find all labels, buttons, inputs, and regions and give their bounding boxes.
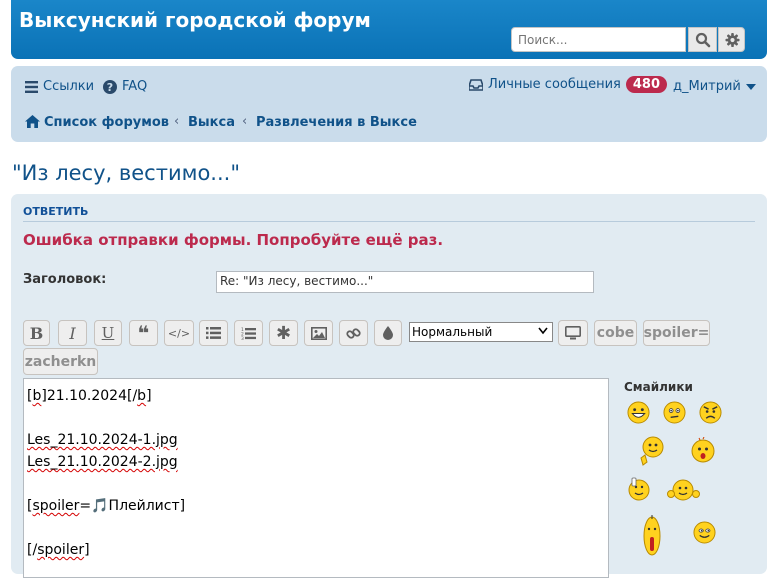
subject-input[interactable]: Re: "Из лесу, вестимо..." [216,271,594,293]
quote-button[interactable]: ❝ [129,320,158,346]
search-box[interactable] [511,27,686,52]
font-size-selected: Нормальный [412,325,493,339]
gear-icon [725,32,740,48]
pm-count-badge: 480 [625,76,668,93]
smiley-angry-icon[interactable] [699,401,722,424]
underline-button[interactable]: U [94,320,122,346]
smiley-pointing-icon[interactable] [639,436,664,467]
smiley-scared-icon[interactable] [691,437,715,463]
pm-label: Личные сообщения [488,77,621,92]
faq-label: FAQ [122,79,148,94]
numbered-list-button[interactable]: 123 [234,320,263,346]
navbar: Ссылки ? FAQ Личные сообщения 480 д_Митр… [11,66,767,142]
links-label: Ссылки [43,79,95,94]
private-messages-link[interactable]: Личные сообщения 480 [469,76,668,93]
link-button[interactable] [339,320,368,346]
cobe-button[interactable]: cobe [594,320,637,346]
zacherkn-button[interactable]: zacherkn [23,348,98,375]
inbox-icon [469,78,483,91]
bold-button[interactable]: B [23,320,50,346]
image-icon [310,326,327,340]
post-form-panel: ОТВЕТИТЬ Ошибка отправки формы. Попробуй… [11,194,767,578]
section-heading: ОТВЕТИТЬ [23,205,89,218]
site-title[interactable]: Выксунский городской форум [19,8,371,32]
smiley-confused-icon[interactable] [663,401,686,424]
editor-line: Les_21.10.2024-2.jpg [27,454,178,470]
error-message: Ошибка отправки формы. Попробуйте ещё ра… [23,231,444,249]
numbered-list-icon: 123 [241,327,256,340]
home-icon[interactable] [25,115,40,128]
editor-line: [/spoiler] [27,542,90,558]
search-input[interactable] [516,28,685,52]
editor-line: [spoiler=🎵Плейлист] [27,498,186,514]
editor-line: [b]21.10.2024[/b] [27,388,152,404]
color-drop-icon [383,326,393,340]
breadcrumb-entertainment[interactable]: Развлечения в Выксе [256,115,417,130]
monitor-icon [565,326,581,340]
editor-line: Les_21.10.2024-1.jpg [27,432,178,448]
smiley-tall-icon[interactable] [642,515,662,557]
breadcrumb-vyksa[interactable]: Выкса [188,115,235,130]
divider [23,221,755,222]
font-size-select[interactable]: Нормальный [409,322,553,342]
smilies-heading: Смайлики [624,380,693,394]
list-icon [206,327,221,339]
list-button[interactable] [199,320,228,346]
code-button[interactable]: </> [164,320,194,346]
username: д_Митрий [673,79,741,94]
smiley-thumbs-icon[interactable] [667,478,700,502]
list-item-button[interactable]: ✱ [269,320,298,346]
topic-title[interactable]: "Из лесу, вестимо..." [12,161,240,185]
subject-label: Заголовок: [23,272,107,287]
site-header: Выксунский городской форум [11,0,767,59]
italic-button[interactable]: I [58,320,87,346]
menu-icon [25,80,38,93]
search-button[interactable] [688,27,717,52]
search-icon [695,32,711,48]
caret-down-icon [745,83,756,90]
spoiler-button[interactable]: spoiler= [643,320,710,346]
message-editor[interactable]: [b]21.10.2024[/b] Les_21.10.2024-1.jpg L… [23,378,609,578]
faq-link[interactable]: ? FAQ [103,79,147,94]
breadcrumb-separator-icon: ‹ [174,114,180,129]
link-icon [346,327,361,339]
smiley-smile-icon[interactable] [693,521,716,544]
question-icon: ? [103,79,117,94]
svg-text:?: ? [107,81,113,94]
smiley-grin-icon[interactable] [627,401,650,424]
user-menu[interactable]: д_Митрий [673,79,756,94]
links-menu[interactable]: Ссылки [25,79,94,94]
breadcrumb-separator-icon: ‹ [242,114,248,129]
image-button[interactable] [304,320,333,346]
chevron-down-icon [538,327,548,335]
media-button[interactable] [558,320,588,346]
svg-text:3: 3 [241,336,244,340]
color-button[interactable] [374,320,402,346]
smiley-waving-icon[interactable] [627,477,652,501]
breadcrumb-forum-index[interactable]: Список форумов [44,115,169,130]
advanced-search-button[interactable] [718,27,745,52]
